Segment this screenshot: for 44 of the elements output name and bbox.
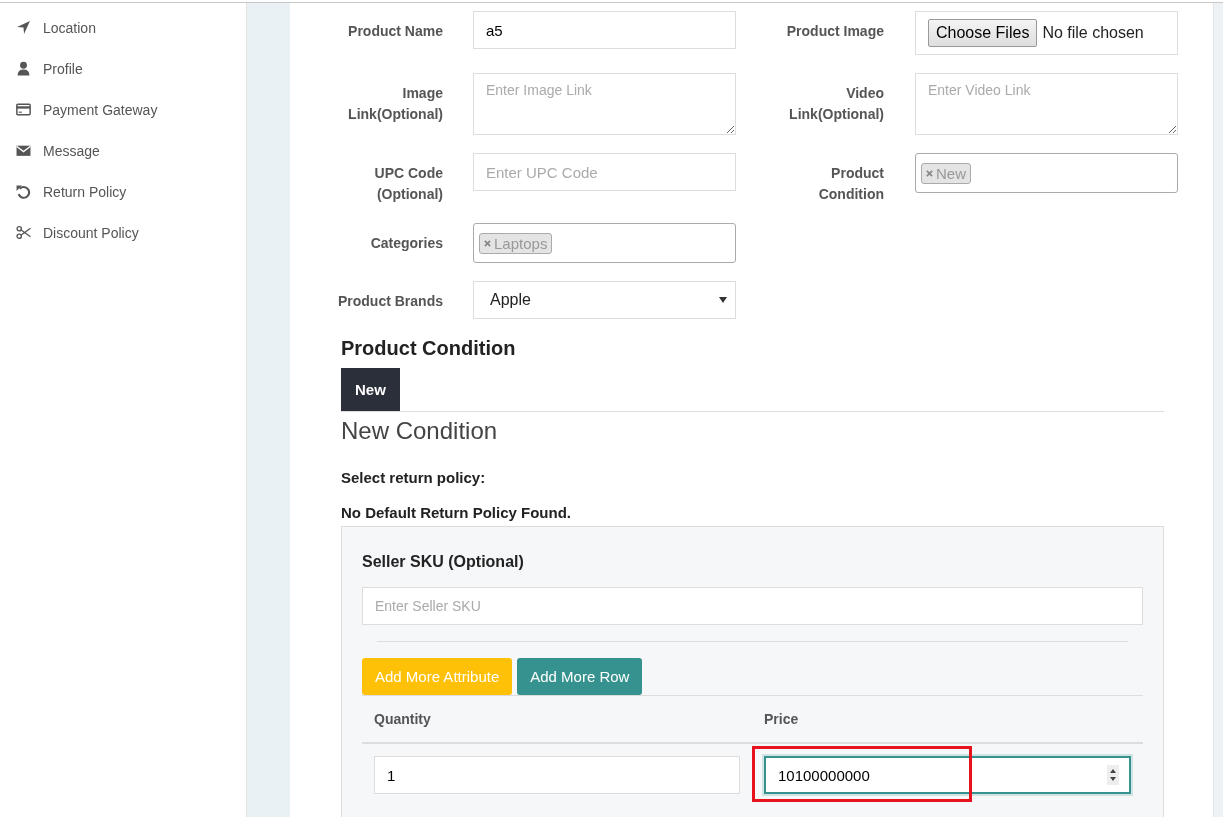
spinner-icon[interactable] — [1107, 765, 1119, 785]
text-input-field[interactable]: Enter UPC Code — [473, 153, 736, 191]
column-header: Price — [763, 711, 800, 727]
sidebar-item[interactable]: Discount Policy — [0, 212, 246, 253]
field-label: Product Condition — [817, 164, 884, 204]
brand-dropdown[interactable]: Apple — [473, 281, 736, 319]
field-label: UPC Code (Optional) — [373, 164, 443, 204]
price-input-field[interactable]: 10100000000 — [764, 756, 1131, 794]
field-label: Product Brands — [337, 292, 443, 311]
credit-card-icon — [16, 102, 31, 117]
field-label: Product Image — [785, 22, 884, 41]
envelope-icon — [16, 143, 31, 158]
section-heading: Product Condition — [341, 337, 517, 360]
condition-tab[interactable]: New — [341, 368, 400, 411]
undo-arrow-icon — [16, 184, 31, 199]
sidebar-item[interactable]: Message — [0, 130, 246, 171]
remove-icon[interactable] — [484, 239, 491, 247]
remove-icon[interactable] — [926, 169, 933, 177]
return-policy-note: No Default Return Policy Found. — [341, 504, 572, 521]
sku-input-field[interactable]: Enter Seller SKU — [362, 587, 1143, 625]
file-input-field[interactable]: Choose Files No file chosen — [915, 11, 1178, 55]
sidebar-item[interactable]: Location — [0, 7, 246, 48]
navigation-arrow-icon — [16, 20, 31, 35]
field-label: Product Name — [347, 22, 443, 41]
textarea-field[interactable]: Enter Image Link — [473, 73, 736, 135]
sidebar-item[interactable]: Return Policy — [0, 171, 246, 212]
column-header: Quantity — [373, 711, 432, 727]
return-policy-label: Select return policy: — [341, 469, 487, 486]
sidebar-item[interactable]: Profile — [0, 48, 246, 89]
quantity-input-field[interactable]: 1 — [374, 756, 740, 794]
file-status: No file chosen — [1042, 24, 1144, 42]
text-input-field[interactable]: a5 — [473, 11, 736, 49]
caret-icon — [719, 297, 727, 303]
add-row-button[interactable]: Add More Row — [517, 658, 643, 695]
sidebar-item[interactable]: Payment Gateway — [0, 89, 246, 130]
condition-heading: New Condition — [341, 417, 499, 445]
user-icon — [16, 61, 31, 76]
choose-files-button[interactable]: Choose Files — [928, 19, 1038, 47]
textarea-field[interactable]: Enter Video Link — [915, 73, 1178, 135]
field-label: Categories — [369, 234, 443, 253]
field-label: Image Link(Optional) — [347, 84, 443, 124]
sku-label: Seller SKU (Optional) — [362, 553, 525, 571]
field-label: Video Link(Optional) — [788, 84, 884, 124]
scissors-icon — [16, 225, 31, 240]
